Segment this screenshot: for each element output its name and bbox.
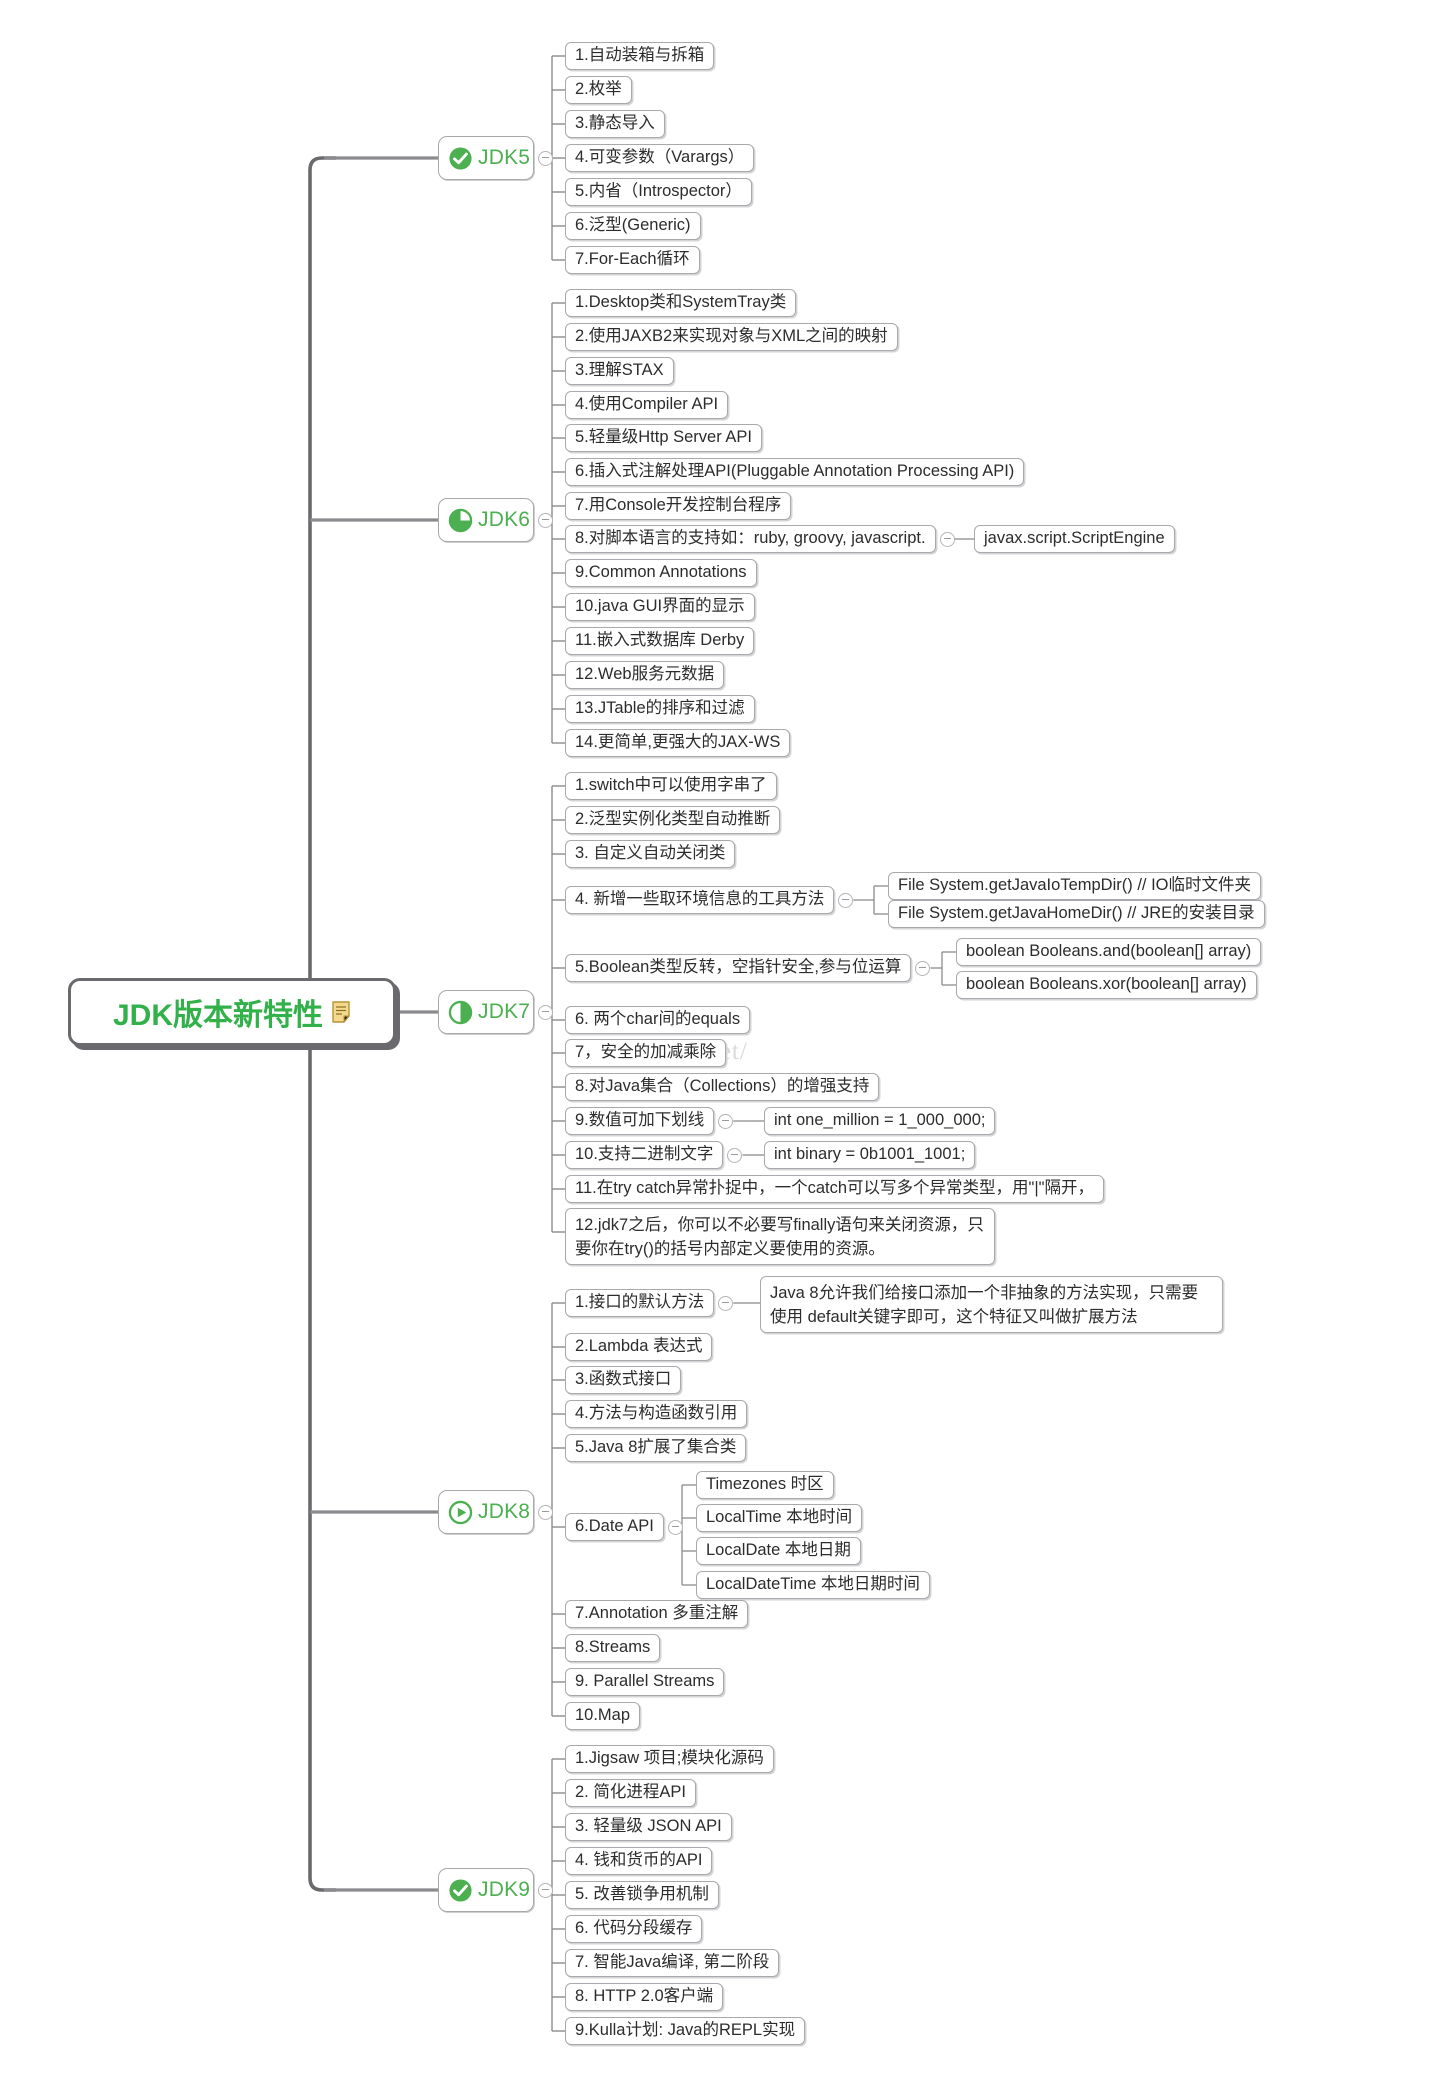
topic-node[interactable]: 8.Streams [565, 1634, 661, 1662]
topic-node[interactable]: 10.Map [565, 1702, 641, 1730]
topic-node[interactable]: 7，安全的加减乘除 [565, 1039, 727, 1067]
topic-node[interactable]: 1.自动装箱与拆箱 [565, 42, 715, 70]
topic-node[interactable]: 10.java GUI界面的显示 [565, 593, 755, 621]
topic-node[interactable]: 7. 智能Java编译, 第二阶段 [565, 1949, 780, 1977]
branch-node-jdk7[interactable]: JDK7 [438, 990, 534, 1034]
topic-node[interactable]: 3.静态导入 [565, 110, 665, 138]
topic-node[interactable]: 6. 两个char间的equals [565, 1006, 751, 1034]
subtopic-node[interactable]: int binary = 0b1001_1001; [764, 1141, 976, 1169]
subtopic-node[interactable]: boolean Booleans.and(boolean[] array) [956, 938, 1262, 966]
topic-node[interactable]: 1.Desktop类和SystemTray类 [565, 289, 797, 317]
subtopic-node[interactable]: File System.getJavaIoTempDir() // IO临时文件… [888, 872, 1261, 900]
subtopic-node[interactable]: LocalDate 本地日期 [696, 1537, 861, 1565]
topic-node[interactable]: 9.Kulla计划: Java的REPL实现 [565, 2017, 806, 2045]
topic-node[interactable]: 3. 自定义自动关闭类 [565, 840, 736, 868]
subtopic-node[interactable]: LocalTime 本地时间 [696, 1504, 863, 1532]
topic-node[interactable]: 3.函数式接口 [565, 1366, 682, 1394]
mindmap-canvas: g. csdn. net/ JDK版本新特性 JDK51.自动装箱与拆箱2.枚举… [0, 0, 1434, 2081]
branch-node-jdk9[interactable]: JDK9 [438, 1868, 534, 1912]
topic-node[interactable]: 7.For-Each循环 [565, 246, 700, 274]
topic-node[interactable]: 9.Common Annotations [565, 559, 757, 587]
collapse-toggle-jdk8[interactable] [538, 1504, 553, 1520]
expand-toggle[interactable] [915, 960, 931, 976]
expand-toggle[interactable] [727, 1147, 743, 1163]
topic-node[interactable]: 2.枚举 [565, 76, 632, 104]
topic-node[interactable]: 2.使用JAXB2来实现对象与XML之间的映射 [565, 323, 898, 351]
topic-node[interactable]: 11.在try catch异常扑捉中，一个catch可以写多个异常类型，用"|"… [565, 1175, 1105, 1203]
pie-progress-icon [448, 508, 473, 532]
branch-label: JDK8 [478, 1500, 531, 1523]
topic-node[interactable]: 7.用Console开发控制台程序 [565, 492, 792, 520]
collapse-toggle-jdk9[interactable] [538, 1882, 553, 1898]
topic-node[interactable]: 4. 新增一些取环境信息的工具方法 [565, 886, 835, 914]
expand-toggle[interactable] [939, 531, 955, 547]
topic-node[interactable]: 9.数值可加下划线 [565, 1107, 715, 1135]
collapse-toggle-jdk6[interactable] [538, 512, 553, 528]
topic-node[interactable]: 5.Boolean类型反转，空指针安全,参与位运算 [565, 954, 912, 982]
branch-node-jdk6[interactable]: JDK6 [438, 498, 534, 542]
subtopic-node[interactable]: Timezones 时区 [696, 1471, 834, 1499]
branch-node-jdk5[interactable]: JDK5 [438, 136, 534, 180]
topic-node[interactable]: 5.内省（Introspector） [565, 178, 752, 206]
topic-node[interactable]: 5.Java 8扩展了集合类 [565, 1434, 747, 1462]
topic-node[interactable]: 1.Jigsaw 项目;模块化源码 [565, 1745, 774, 1773]
subtopic-node[interactable]: boolean Booleans.xor(boolean[] array) [956, 971, 1257, 999]
topic-node[interactable]: 3.理解STAX [565, 357, 674, 385]
topic-node[interactable]: 14.更简单,更强大的JAX-WS [565, 729, 791, 757]
subtopic-node[interactable]: File System.getJavaHomeDir() // JRE的安装目录 [888, 900, 1265, 928]
topic-node[interactable]: 9. Parallel Streams [565, 1668, 725, 1696]
expand-toggle[interactable] [838, 892, 854, 908]
topic-node[interactable]: 1.switch中可以使用字串了 [565, 772, 777, 800]
topic-node[interactable]: 12.Web服务元数据 [565, 661, 725, 689]
subtopic-node[interactable]: Java 8允许我们给接口添加一个非抽象的方法实现，只需要使用 default关… [760, 1276, 1223, 1333]
topic-node[interactable]: 12.jdk7之后，你可以不必要写finally语句来关闭资源，只要你在try(… [565, 1208, 995, 1265]
subtopic-node[interactable]: javax.script.ScriptEngine [974, 525, 1175, 553]
topic-node[interactable]: 5. 改善锁争用机制 [565, 1881, 719, 1909]
play-circle-icon [448, 1500, 473, 1524]
topic-node[interactable]: 8.对脚本语言的支持如：ruby, groovy, javascript. [565, 525, 936, 553]
topic-node[interactable]: 13.JTable的排序和过滤 [565, 695, 755, 723]
note-icon [332, 1001, 350, 1023]
topic-node[interactable]: 4.使用Compiler API [565, 391, 729, 419]
topic-node[interactable]: 1.接口的默认方法 [565, 1289, 715, 1317]
topic-node[interactable]: 8. HTTP 2.0客户端 [565, 1983, 724, 2011]
topic-node[interactable]: 8.对Java集合（Collections）的增强支持 [565, 1073, 880, 1101]
topic-node[interactable]: 4. 钱和货币的API [565, 1847, 713, 1875]
topic-node[interactable]: 11.嵌入式数据库 Derby [565, 627, 755, 655]
root-label: JDK版本新特性 [112, 999, 323, 1032]
topic-node[interactable]: 6.Date API [565, 1513, 664, 1541]
topic-node[interactable]: 2. 简化进程API [565, 1779, 696, 1807]
branch-label: JDK7 [478, 1000, 531, 1023]
topic-node[interactable]: 10.支持二进制文字 [565, 1141, 724, 1169]
collapse-toggle-jdk7[interactable] [538, 1004, 553, 1020]
half-circle-icon [448, 1000, 473, 1024]
check-circle-icon [449, 1878, 472, 1902]
topic-node[interactable]: 5.轻量级Http Server API [565, 424, 762, 452]
expand-toggle[interactable] [718, 1113, 734, 1129]
branch-node-jdk8[interactable]: JDK8 [438, 1490, 534, 1534]
topic-node[interactable]: 4.可变参数（Varargs） [565, 144, 755, 172]
subtopic-node[interactable]: LocalDateTime 本地日期时间 [696, 1571, 930, 1599]
subtopic-node[interactable]: int one_million = 1_000_000; [764, 1107, 996, 1135]
expand-toggle[interactable] [718, 1295, 734, 1311]
branch-label: JDK9 [478, 1878, 531, 1901]
branch-label: JDK6 [478, 508, 531, 531]
collapse-toggle-jdk5[interactable] [538, 150, 553, 166]
topic-node[interactable]: 4.方法与构造函数引用 [565, 1400, 748, 1428]
root-node[interactable]: JDK版本新特性 [68, 978, 396, 1046]
topic-node[interactable]: 6. 代码分段缓存 [565, 1915, 703, 1943]
check-circle-icon [449, 146, 472, 170]
topic-node[interactable]: 3. 轻量级 JSON API [565, 1813, 732, 1841]
topic-node[interactable]: 2.Lambda 表达式 [565, 1333, 713, 1361]
expand-toggle[interactable] [667, 1519, 683, 1535]
topic-node[interactable]: 6.插入式注解处理API(Pluggable Annotation Proces… [565, 458, 1025, 486]
branch-label: JDK5 [478, 146, 531, 169]
topic-node[interactable]: 7.Annotation 多重注解 [565, 1600, 749, 1628]
topic-node[interactable]: 6.泛型(Generic) [565, 212, 701, 240]
topic-node[interactable]: 2.泛型实例化类型自动推断 [565, 806, 781, 834]
